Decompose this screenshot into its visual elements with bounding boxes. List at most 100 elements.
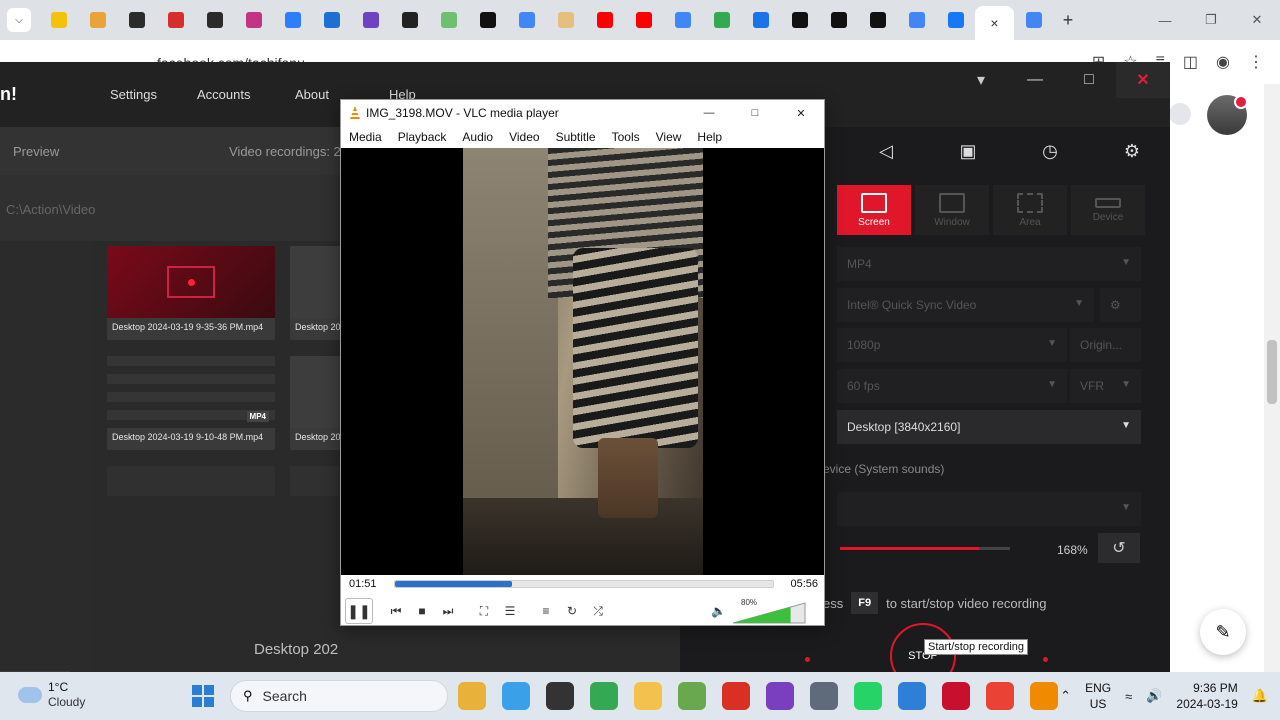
browser-tab[interactable]: [663, 4, 702, 36]
volume-control[interactable]: 🔈 80%: [711, 598, 811, 624]
video-display[interactable]: [341, 148, 824, 575]
acrobat-icon[interactable]: [722, 682, 750, 710]
vlc-menu-audio[interactable]: Audio: [454, 130, 501, 144]
settings-icon[interactable]: [810, 682, 838, 710]
fps-select[interactable]: 60 fps ▼: [837, 369, 1067, 403]
wifi-icon[interactable]: ≈: [1125, 689, 1132, 704]
shuffle-icon[interactable]: ⤮: [585, 599, 611, 623]
action-maximize-icon[interactable]: □: [1062, 62, 1116, 98]
recording-thumbnail[interactable]: Desktop 2024-03-19 9-35-36 PM.mp4: [107, 246, 275, 340]
mode-window[interactable]: Window: [915, 185, 989, 235]
vlc-menu-tools[interactable]: Tools: [604, 130, 648, 144]
browser-tab[interactable]: [273, 4, 312, 36]
browser-tab[interactable]: [429, 4, 468, 36]
media-app-icon[interactable]: [766, 682, 794, 710]
timer-tab-icon[interactable]: ◷: [1009, 135, 1091, 167]
previous-icon[interactable]: ⏮: [383, 599, 409, 623]
browser-tab[interactable]: [117, 4, 156, 36]
nav-settings[interactable]: Settings: [110, 87, 157, 102]
vlc-menu-view[interactable]: View: [648, 130, 690, 144]
recordings-path[interactable]: C:\Action\Video: [6, 202, 95, 217]
audio-tab-icon[interactable]: ◁: [845, 135, 927, 167]
photos-icon[interactable]: [898, 682, 926, 710]
vlc-menu-subtitle[interactable]: Subtitle: [548, 130, 604, 144]
action-settings-dropdown-icon[interactable]: ▾: [954, 62, 1008, 98]
taskbar-search[interactable]: ⚲ Search: [230, 680, 448, 712]
browser-tab[interactable]: [351, 4, 390, 36]
browser-tab[interactable]: [78, 4, 117, 36]
browser-tab[interactable]: [897, 4, 936, 36]
browser-tab[interactable]: [312, 4, 351, 36]
browser-tab[interactable]: [507, 4, 546, 36]
browser-tab[interactable]: [585, 4, 624, 36]
profile-icon[interactable]: ◉: [1216, 52, 1230, 72]
scrollbar-thumb[interactable]: [1267, 340, 1277, 404]
encoder-settings-icon[interactable]: ⚙: [1100, 288, 1141, 322]
browser-tab[interactable]: [234, 4, 273, 36]
mode-screen[interactable]: Screen: [837, 185, 911, 235]
browser-tab[interactable]: [546, 4, 585, 36]
playlist-icon[interactable]: ≡: [533, 599, 559, 623]
browser-tab[interactable]: [390, 4, 429, 36]
stop-icon[interactable]: ■: [409, 599, 435, 623]
seek-slider[interactable]: [394, 580, 774, 588]
chevron-up-icon[interactable]: ⌃: [1060, 688, 1071, 704]
volume-slider[interactable]: [840, 547, 1010, 550]
mode-area[interactable]: Area: [993, 185, 1067, 235]
action-close-icon[interactable]: ✕: [1116, 62, 1170, 98]
vlc-menu-playback[interactable]: Playback: [390, 130, 455, 144]
menu-kebab-icon[interactable]: ⋮: [1248, 52, 1264, 72]
screenshot-tab-icon[interactable]: ▣: [927, 135, 1009, 167]
resolution-select[interactable]: 1080p ▼: [837, 328, 1067, 362]
loop-icon[interactable]: ↻: [559, 599, 585, 623]
pause-button[interactable]: ❚❚: [345, 598, 373, 624]
copilot-icon[interactable]: [502, 682, 530, 710]
close-icon[interactable]: ✕: [1234, 0, 1280, 40]
vlc-maximize-icon[interactable]: □: [732, 100, 778, 126]
chrome-profile-icon[interactable]: [986, 682, 1014, 710]
vlc-menu-video[interactable]: Video: [501, 130, 547, 144]
browser-tab[interactable]: [858, 4, 897, 36]
encoder-select[interactable]: Intel® Quick Sync Video ▼: [837, 288, 1094, 322]
whatsapp-icon[interactable]: [854, 682, 882, 710]
file-explorer-icon[interactable]: [634, 682, 662, 710]
utorrent-icon[interactable]: [678, 682, 706, 710]
compose-message-icon[interactable]: ✎: [1200, 609, 1246, 655]
vlc-menu-help[interactable]: Help: [689, 130, 730, 144]
settings-tab-icon[interactable]: ⚙: [1091, 135, 1173, 167]
resolution-mode-select[interactable]: Origin...: [1070, 328, 1141, 362]
vlc-title-bar[interactable]: IMG_3198.MOV - VLC media player — □ ✕: [341, 100, 824, 126]
extended-settings-icon[interactable]: ☰: [497, 599, 523, 623]
volume-wedge[interactable]: [733, 602, 807, 624]
vlc-close-icon[interactable]: ✕: [778, 100, 824, 126]
browser-tab[interactable]: [624, 4, 663, 36]
task-view-icon[interactable]: [546, 682, 574, 710]
profile-avatar[interactable]: [1207, 95, 1248, 135]
browser-tab[interactable]: [741, 4, 780, 36]
action-app-icon[interactable]: [942, 682, 970, 710]
weather-widget[interactable]: 1°C Cloudy: [18, 680, 85, 710]
chrome-icon[interactable]: [590, 682, 618, 710]
minimize-icon[interactable]: —: [1142, 0, 1188, 40]
vlc-menu-media[interactable]: Media: [341, 130, 390, 144]
clock[interactable]: 9:36 PM 2024-03-19: [1176, 680, 1237, 712]
chrome-canary-icon[interactable]: [458, 682, 486, 710]
next-icon[interactable]: ⏭: [435, 599, 461, 623]
action-minimize-icon[interactable]: —: [1008, 62, 1062, 98]
browser-tab[interactable]: [156, 4, 195, 36]
audio-input-select[interactable]: ▼: [837, 492, 1141, 526]
notifications-bell-icon[interactable]: [1169, 103, 1191, 125]
format-select[interactable]: MP4 ▼: [837, 247, 1141, 281]
notifications-icon[interactable]: 🔔: [1252, 688, 1268, 704]
browser-tab[interactable]: [468, 4, 507, 36]
nav-about[interactable]: About: [295, 87, 329, 102]
mode-device[interactable]: Device: [1071, 185, 1145, 235]
browser-tab[interactable]: [195, 4, 234, 36]
browser-tab[interactable]: [39, 4, 78, 36]
recording-thumbnail[interactable]: [107, 466, 275, 496]
start-button[interactable]: [192, 685, 214, 707]
preview-label[interactable]: Preview: [13, 144, 59, 159]
side-panel-icon[interactable]: ◫: [1183, 52, 1198, 72]
close-tab-icon[interactable]: ×: [990, 15, 998, 31]
nav-accounts[interactable]: Accounts: [197, 87, 250, 102]
